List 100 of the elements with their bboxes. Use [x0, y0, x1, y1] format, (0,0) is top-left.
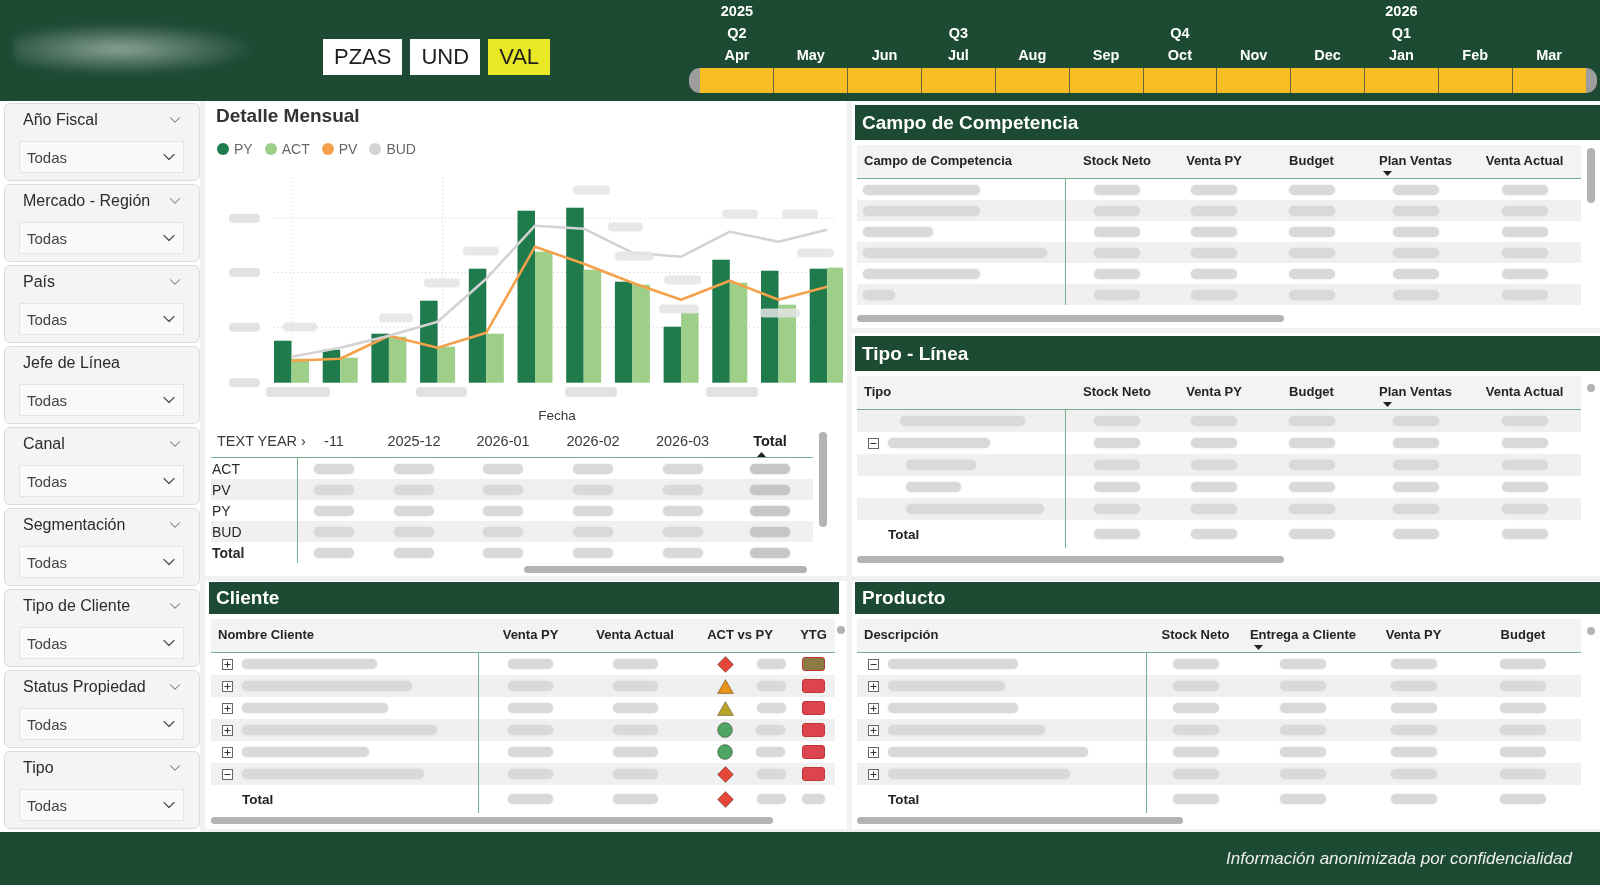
sort-down-icon[interactable] [1253, 645, 1263, 650]
column-header[interactable]: 2026-03 [655, 432, 710, 450]
column-header[interactable]: Venta Actual [1485, 153, 1564, 169]
filter-dropdown[interactable]: Todas [19, 303, 184, 335]
legend-label: PY [234, 141, 253, 157]
filter-title: Tipo [23, 759, 54, 777]
month-label: Nov [1240, 46, 1268, 64]
month-label: Jun [871, 46, 898, 64]
scrollbar-thumb[interactable] [819, 432, 827, 527]
plus-square-icon[interactable] [222, 680, 233, 692]
timeline-segment[interactable] [1290, 68, 1365, 93]
plus-square-icon[interactable] [868, 702, 879, 714]
column-header[interactable]: Campo de Competencia [864, 153, 1013, 169]
column-header[interactable]: ACT vs PY [707, 627, 773, 643]
column-header[interactable]: 2026-02 [566, 432, 620, 450]
row-label: ACT [212, 460, 240, 477]
filter-dropdown[interactable]: Todas [19, 627, 184, 659]
scrollbar-thumb[interactable] [1586, 627, 1595, 635]
column-header[interactable]: Budget [1289, 153, 1334, 169]
unit-toggle-button[interactable]: UND [410, 39, 481, 75]
scrollbar-thumb[interactable] [1586, 148, 1595, 203]
timeline-segment[interactable] [1438, 68, 1513, 93]
plus-square-icon[interactable] [868, 768, 879, 780]
sort-down-icon[interactable] [1383, 171, 1392, 176]
plus-square-icon[interactable] [222, 724, 233, 736]
column-header[interactable]: Venta PY [1186, 384, 1242, 400]
panel-title: Campo de Competencia [862, 111, 1079, 134]
column-header[interactable]: Venta PY [502, 627, 559, 643]
column-header[interactable]: 2026-01 [476, 432, 530, 450]
column-header[interactable]: Tipo [864, 384, 892, 400]
filter-dropdown[interactable]: Todas [19, 141, 184, 173]
column-header[interactable]: Venta Actual [596, 627, 674, 643]
column-header[interactable]: Venta PY [1186, 153, 1242, 169]
scrollbar-thumb[interactable] [1586, 384, 1595, 392]
column-header[interactable]: Budget [1500, 627, 1546, 643]
column-header[interactable]: Nombre Cliente [218, 627, 315, 643]
column-header[interactable]: Descripción [864, 627, 939, 643]
scrollbar-thumb[interactable] [857, 315, 1285, 322]
month-label: Feb [1462, 46, 1489, 64]
panel-title: Tipo - Línea [862, 342, 969, 365]
plus-square-icon[interactable] [868, 724, 879, 736]
column-header[interactable]: TEXT YEAR › [217, 432, 306, 450]
year-label: 2026 [1385, 2, 1418, 20]
filter-title: Año Fiscal [23, 111, 98, 129]
month-label: Oct [1167, 46, 1192, 64]
scrollbar-thumb[interactable] [837, 626, 845, 634]
plus-square-icon[interactable] [868, 746, 879, 758]
filter-dropdown[interactable]: Todas [19, 708, 184, 740]
legend-label: BUD [386, 141, 416, 157]
filter-title: Status Propiedad [23, 678, 146, 696]
filter-title: País [23, 273, 55, 291]
column-header[interactable]: -11 [324, 432, 344, 450]
scrollbar-thumb[interactable] [211, 817, 773, 824]
column-header[interactable]: Plan Ventas [1379, 153, 1452, 169]
year-label: 2025 [720, 2, 754, 20]
filter-dropdown[interactable]: Todas [19, 384, 184, 416]
filter-title: Jefe de Línea [23, 354, 120, 372]
column-header[interactable]: Venta PY [1385, 627, 1442, 643]
filter-dropdown[interactable]: Todas [19, 222, 184, 254]
filter-dropdown[interactable]: Todas [19, 465, 184, 497]
timeline-segment[interactable] [1512, 68, 1587, 93]
axis-title: Fecha [538, 407, 576, 423]
column-header[interactable]: Plan Ventas [1379, 384, 1452, 400]
range-handle[interactable] [1586, 68, 1598, 93]
column-header[interactable]: YTG [800, 627, 827, 643]
filter-title: Canal [23, 435, 65, 453]
timeline-segment[interactable] [1364, 68, 1439, 93]
scrollbar-thumb[interactable] [857, 556, 1285, 563]
column-header[interactable]: Budget [1289, 384, 1334, 400]
month-label: Dec [1314, 46, 1341, 64]
column-header[interactable]: Stock Neto [1083, 153, 1151, 169]
quarter-label: Q4 [1170, 24, 1190, 42]
unit-toggle-button[interactable]: PZAS [323, 39, 403, 75]
row-label: BUD [212, 523, 242, 540]
plus-square-icon[interactable] [868, 680, 879, 692]
unit-toggle-button[interactable]: VAL [488, 39, 551, 75]
filter-dropdown[interactable]: Todas [19, 546, 184, 578]
column-header[interactable]: Stock Neto [1161, 627, 1230, 643]
timeline-segment[interactable] [1216, 68, 1291, 93]
timeline-segment[interactable] [1142, 68, 1217, 93]
column-header[interactable]: Entrega a Cliente [1249, 627, 1357, 643]
range-handle[interactable] [689, 68, 700, 93]
minus-square-icon[interactable] [868, 658, 879, 670]
plus-square-icon[interactable] [222, 746, 233, 758]
month-label: Sep [1092, 46, 1120, 64]
sort-down-icon[interactable] [1383, 402, 1392, 407]
month-label: Mar [1536, 46, 1562, 64]
scrollbar-thumb[interactable] [857, 817, 1183, 824]
column-header[interactable]: 2025-12 [387, 432, 441, 450]
filter-dropdown[interactable]: Todas [19, 789, 184, 821]
scrollbar-thumb[interactable] [524, 566, 807, 573]
column-header[interactable]: Total [753, 432, 787, 450]
panel-title: Cliente [216, 587, 280, 609]
minus-square-icon[interactable] [222, 768, 233, 780]
total-label: Total [888, 791, 920, 807]
minus-square-icon[interactable] [868, 437, 879, 449]
plus-square-icon[interactable] [222, 658, 233, 670]
column-header[interactable]: Venta Actual [1485, 384, 1564, 400]
plus-square-icon[interactable] [222, 702, 233, 714]
column-header[interactable]: Stock Neto [1083, 384, 1151, 400]
